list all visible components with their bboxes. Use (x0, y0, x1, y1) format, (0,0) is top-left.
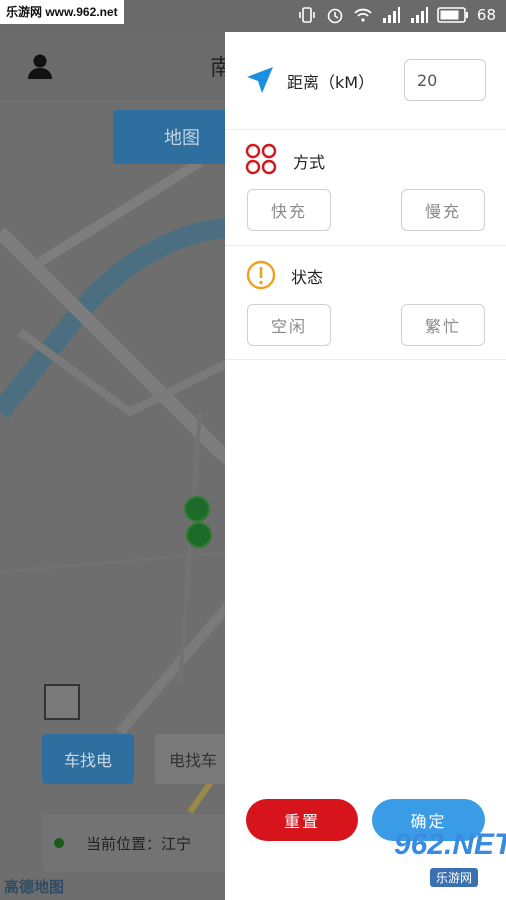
map-logo: 高德地图 (4, 878, 65, 896)
navigation-arrow-icon (247, 67, 273, 93)
user-icon[interactable] (26, 52, 54, 80)
current-location-bar: 当前位置：江宁 (42, 814, 242, 872)
watermark-sub: 乐游网 (430, 868, 479, 887)
watermark-logo: 962.NET 乐游网 (370, 820, 506, 896)
car-find-button[interactable]: 车找电 (42, 734, 134, 784)
mode-option-fast[interactable]: 快充 (247, 189, 331, 231)
mode-label: 方式 (293, 153, 326, 172)
vibrate-icon (299, 7, 315, 23)
mode-option-slow[interactable]: 慢充 (401, 189, 485, 231)
reset-button[interactable]: 重置 (246, 799, 358, 841)
wifi-icon (354, 8, 372, 22)
watermark-label: 乐游网 www.962.net (0, 0, 124, 24)
battery-icon (437, 7, 468, 23)
watermark-brand: 962.NET (394, 828, 506, 861)
status-label: 状态 (291, 268, 324, 287)
filter-drawer: 距离（kM） 20 方式 快充 慢充 状态 空闲 繁忙 重置 确定 (225, 32, 506, 900)
battery-level: 68 (476, 6, 496, 24)
divider (225, 129, 506, 130)
alarm-icon (327, 8, 343, 24)
location-dot-icon (54, 838, 64, 848)
four-petal-icon (245, 143, 277, 175)
distance-label: 距离（kM） (287, 73, 375, 92)
exclamation-circle-icon (246, 260, 276, 290)
status-bar: 乐游网 www.962.net 68 (0, 0, 506, 32)
charging-station-pin[interactable] (186, 522, 212, 548)
signal-4g-icon (410, 7, 428, 23)
signal-icon (382, 7, 400, 23)
status-option-busy[interactable]: 繁忙 (401, 304, 485, 346)
status-option-idle[interactable]: 空闲 (247, 304, 331, 346)
locate-icon[interactable] (44, 684, 80, 720)
current-location-label: 当前位置：江宁 (86, 834, 192, 853)
charging-station-pin[interactable] (184, 496, 210, 522)
divider (225, 245, 506, 246)
status-icons: 68 (297, 5, 496, 25)
distance-input[interactable]: 20 (404, 59, 486, 101)
divider (225, 359, 506, 360)
